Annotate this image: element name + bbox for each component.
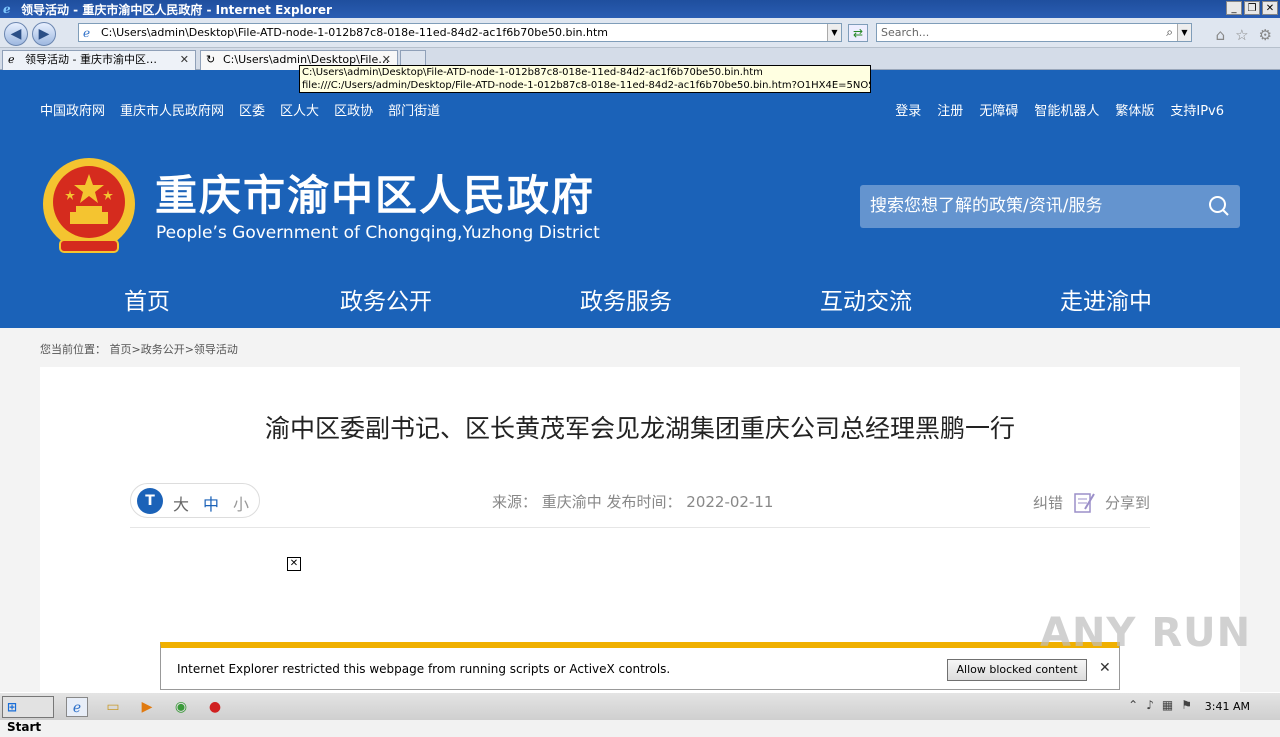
nav-home[interactable]: 首页 — [124, 282, 170, 316]
divider — [130, 527, 1150, 528]
folder-icon[interactable]: ▭ — [102, 697, 124, 717]
address-input[interactable]: ℯ C:\Users\admin\Desktop\File-ATD-node-1… — [78, 23, 842, 42]
search-placeholder: Search... — [881, 26, 930, 39]
top-links: 中国政府网 重庆市人民政府网 区委 区人大 区政协 部门街道 — [40, 100, 440, 119]
search-icon[interactable]: ⌕ — [1166, 24, 1173, 41]
site-search-input[interactable]: 搜索您想了解的政策/资讯/服务 — [860, 185, 1240, 228]
font-small-button[interactable]: 小 — [233, 491, 249, 515]
broken-image-icon: ✕ — [287, 557, 301, 571]
clock: 3:41 AM — [1204, 700, 1250, 713]
close-tab-icon[interactable]: ✕ — [180, 51, 189, 69]
forward-arrow-icon: ▶ — [38, 26, 50, 42]
alert-app-icon[interactable]: ● — [204, 697, 226, 717]
nav-interaction[interactable]: 互动交流 — [820, 282, 912, 316]
edit-note-icon[interactable] — [1071, 489, 1097, 515]
back-arrow-icon: ◀ — [10, 26, 22, 42]
address-dropdown-icon[interactable]: ▼ — [827, 24, 841, 41]
page-icon: ℯ — [83, 26, 91, 40]
correction-link[interactable]: 纠错 — [1033, 492, 1063, 513]
site-subtitle: People’s Government of Chongqing,Yuzhong… — [156, 223, 600, 243]
link-district-committee[interactable]: 区委 — [239, 100, 265, 119]
link-cq-gov[interactable]: 重庆市人民政府网 — [120, 100, 224, 119]
expand-tray-icon[interactable]: ⌃ — [1128, 698, 1138, 712]
tools-gear-icon[interactable]: ⚙ — [1259, 26, 1272, 44]
address-text: C:\Users\admin\Desktop\File-ATD-node-1-0… — [101, 26, 608, 39]
nav-about-yuzhong[interactable]: 走进渝中 — [1060, 282, 1152, 316]
robot-link[interactable]: 智能机器人 — [1034, 100, 1099, 119]
refresh-icon: ⇄ — [852, 26, 864, 40]
link-departments[interactable]: 部门街道 — [388, 100, 440, 119]
font-medium-button[interactable]: 中 — [203, 491, 219, 515]
register-link[interactable]: 注册 — [937, 100, 963, 119]
site-search-placeholder: 搜索您想了解的政策/资讯/服务 — [870, 196, 1103, 216]
tab-leader-activities[interactable]: ℯ 领导活动 - 重庆市渝中区… ✕ — [2, 50, 196, 70]
refresh-button[interactable]: ⇄ — [848, 24, 868, 42]
login-link[interactable]: 登录 — [895, 100, 921, 119]
taskbar: ⊞ Start ℯ ▭ ▶ ◉ ● ⌃ ♪ ▦ ⚑ 3:41 AM — [0, 692, 1280, 734]
site-title: 重庆市渝中区人民政府 — [155, 171, 596, 220]
tab-label: 领导活动 - 重庆市渝中区… — [25, 53, 157, 66]
network-icon[interactable]: ▦ — [1162, 698, 1173, 712]
article-title: 渝中区委副书记、区长黄茂军会见龙湖集团重庆公司总经理黑鹏一行 — [264, 414, 1015, 443]
media-player-icon[interactable]: ▶ — [136, 697, 158, 717]
flag-icon[interactable]: ⚑ — [1181, 698, 1192, 712]
accessibility-link[interactable]: 无障碍 — [979, 100, 1018, 119]
tooltip-line-1: C:\Users\admin\Desktop\File-ATD-node-1-0… — [302, 67, 763, 78]
start-label: Start — [7, 720, 42, 734]
font-size-switcher: T 大 中 小 — [130, 483, 260, 518]
window-title: 领导活动 - 重庆市渝中区人民政府 - Internet Explorer — [21, 2, 332, 17]
font-large-button[interactable]: 大 — [173, 491, 189, 515]
nav-gov-affairs[interactable]: 政务公开 — [340, 282, 432, 316]
search-dropdown-icon[interactable]: ▼ — [1177, 24, 1191, 41]
national-emblem-logo — [43, 158, 135, 253]
link-district-cppcc[interactable]: 区政协 — [334, 100, 373, 119]
allow-blocked-content-button[interactable]: Allow blocked content — [947, 659, 1087, 681]
volume-icon[interactable]: ♪ — [1146, 698, 1154, 712]
ipv6-link[interactable]: 支持IPv6 — [1170, 100, 1224, 119]
favorites-star-icon[interactable]: ☆ — [1235, 26, 1248, 44]
windows-logo-icon: ⊞ — [7, 700, 18, 714]
restore-button[interactable]: ❐ — [1244, 1, 1260, 15]
traditional-link[interactable]: 繁体版 — [1115, 100, 1154, 119]
link-district-npc[interactable]: 区人大 — [280, 100, 319, 119]
ie-icon: ℯ — [3, 2, 11, 16]
web-page: 中国政府网 重庆市人民政府网 区委 区人大 区政协 部门街道 登录 注册 无障碍… — [0, 70, 1280, 692]
close-infobar-icon[interactable]: ✕ — [1099, 660, 1111, 676]
security-infobar: Internet Explorer restricted this webpag… — [160, 642, 1120, 690]
system-tray: ⌃ ♪ ▦ ⚑ — [1128, 698, 1192, 712]
share-link[interactable]: 分享到 — [1105, 492, 1150, 513]
close-window-button[interactable]: ✕ — [1262, 1, 1278, 15]
start-button[interactable]: ⊞ Start — [2, 696, 54, 734]
tab-tooltip: C:\Users\admin\Desktop\File-ATD-node-1-0… — [299, 65, 871, 93]
window-titlebar: ℯ 领导活动 - 重庆市渝中区人民政府 - Internet Explorer … — [0, 0, 1280, 18]
font-size-icon: T — [137, 488, 163, 514]
utility-links: 登录 注册 无障碍 智能机器人 繁体版 支持IPv6 — [895, 100, 1224, 119]
nav-gov-services[interactable]: 政务服务 — [580, 282, 672, 316]
watermark-logo: ANY RUN — [1040, 610, 1252, 656]
back-button[interactable]: ◀ — [4, 22, 28, 46]
search-icon[interactable] — [1208, 195, 1230, 217]
ie-taskbar-icon[interactable]: ℯ — [66, 697, 88, 717]
link-gov-cn[interactable]: 中国政府网 — [40, 100, 105, 119]
breadcrumb[interactable]: 您当前位置： 首页>政务公开>领导活动 — [40, 341, 238, 357]
tooltip-line-2: file:///C:/Users/admin/Desktop/File-ATD-… — [302, 80, 871, 91]
search-input[interactable]: Search... ⌕ ▼ — [876, 23, 1192, 42]
main-nav: 首页 政务公开 政务服务 互动交流 走进渝中 — [0, 270, 1280, 322]
article-actions: 纠错 分享到 — [1033, 489, 1150, 515]
minimize-button[interactable]: _ — [1226, 1, 1242, 15]
address-toolbar: ◀ ▶ ℯ C:\Users\admin\Desktop\File-ATD-no… — [0, 18, 1280, 48]
article-meta: 来源： 重庆渝中 发布时间： 2022-02-11 — [492, 493, 774, 511]
chrome-icon[interactable]: ◉ — [170, 697, 192, 717]
infobar-message: Internet Explorer restricted this webpag… — [177, 662, 671, 676]
forward-button[interactable]: ▶ — [32, 22, 56, 46]
loading-icon: ↻ — [206, 53, 216, 66]
ie-tab-icon: ℯ — [8, 53, 15, 66]
home-icon[interactable]: ⌂ — [1216, 26, 1226, 44]
site-header: 中国政府网 重庆市人民政府网 区委 区人大 区政协 部门街道 登录 注册 无障碍… — [0, 70, 1280, 328]
